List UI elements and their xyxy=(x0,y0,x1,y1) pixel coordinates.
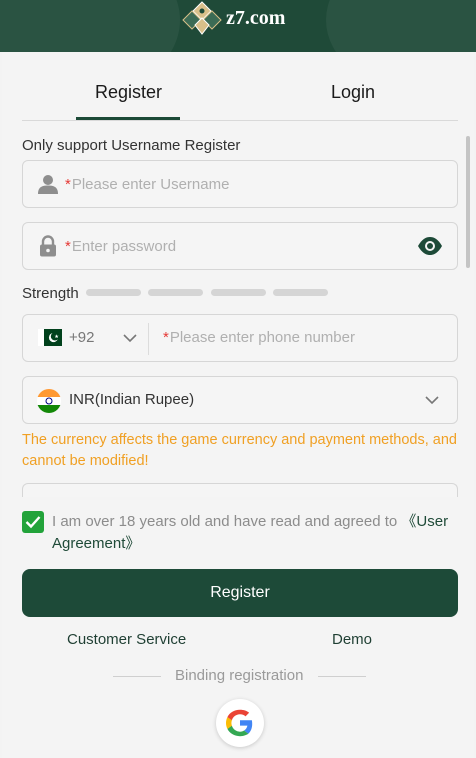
currency-select[interactable]: INR(Indian Rupee) xyxy=(22,376,458,424)
phone-divider xyxy=(148,323,149,355)
extra-field[interactable] xyxy=(22,483,458,497)
phone-input[interactable]: *Please enter phone number xyxy=(163,329,355,347)
top-header: z7.com xyxy=(0,0,476,52)
phone-placeholder: Please enter phone number xyxy=(169,329,355,346)
username-placeholder: Please enter Username xyxy=(71,175,230,193)
register-button[interactable]: Register xyxy=(22,569,458,617)
required-mark: * xyxy=(65,175,71,193)
chevron-down-icon[interactable] xyxy=(425,396,439,405)
google-icon xyxy=(226,709,253,737)
phone-field: +92 *Please enter phone number xyxy=(22,314,458,362)
logo-text: z7.com xyxy=(226,6,286,29)
password-placeholder: Enter password xyxy=(71,237,177,255)
required-mark: * xyxy=(163,329,169,346)
chevron-down-icon[interactable] xyxy=(123,334,137,343)
strength-bar xyxy=(86,289,141,296)
strength-bar xyxy=(211,289,266,296)
agreement-checkbox[interactable] xyxy=(22,511,44,533)
binding-registration-label: Binding registration xyxy=(175,667,304,684)
strength-bar xyxy=(148,289,203,296)
crossed-diamonds-emblem-icon xyxy=(182,1,222,35)
currency-selected: INR(Indian Rupee) xyxy=(69,391,195,408)
agreement-text: I am over 18 years old and have read and… xyxy=(52,511,462,555)
tab-login[interactable]: Login xyxy=(331,82,375,106)
pakistan-flag-icon xyxy=(38,329,62,346)
tab-register[interactable]: Register xyxy=(95,82,162,106)
username-field[interactable]: * Please enter Username xyxy=(22,160,458,208)
customer-service-link[interactable]: Customer Service xyxy=(67,631,186,648)
demo-link[interactable]: Demo xyxy=(332,631,372,648)
google-signin-button[interactable] xyxy=(216,699,264,747)
currency-warning: The currency affects the game currency a… xyxy=(22,432,457,469)
required-mark: * xyxy=(65,237,71,255)
tab-divider xyxy=(22,120,458,121)
checkmark-icon xyxy=(25,516,41,529)
strength-bar xyxy=(273,289,328,296)
lock-icon xyxy=(35,233,61,259)
divider-line xyxy=(113,676,161,677)
password-field[interactable]: * Enter password xyxy=(22,222,458,270)
agreement-label: I am over 18 years old and have read and… xyxy=(52,513,402,530)
site-logo[interactable]: z7.com xyxy=(182,0,285,36)
register-hint: Only support Username Register xyxy=(22,137,241,154)
strength-label: Strength xyxy=(22,285,79,302)
eye-icon[interactable] xyxy=(417,235,443,257)
india-flag-icon xyxy=(37,389,61,413)
user-icon xyxy=(35,171,61,197)
divider-line xyxy=(318,676,366,677)
scrollbar-thumb[interactable] xyxy=(466,136,470,268)
country-code[interactable]: +92 xyxy=(69,329,94,346)
